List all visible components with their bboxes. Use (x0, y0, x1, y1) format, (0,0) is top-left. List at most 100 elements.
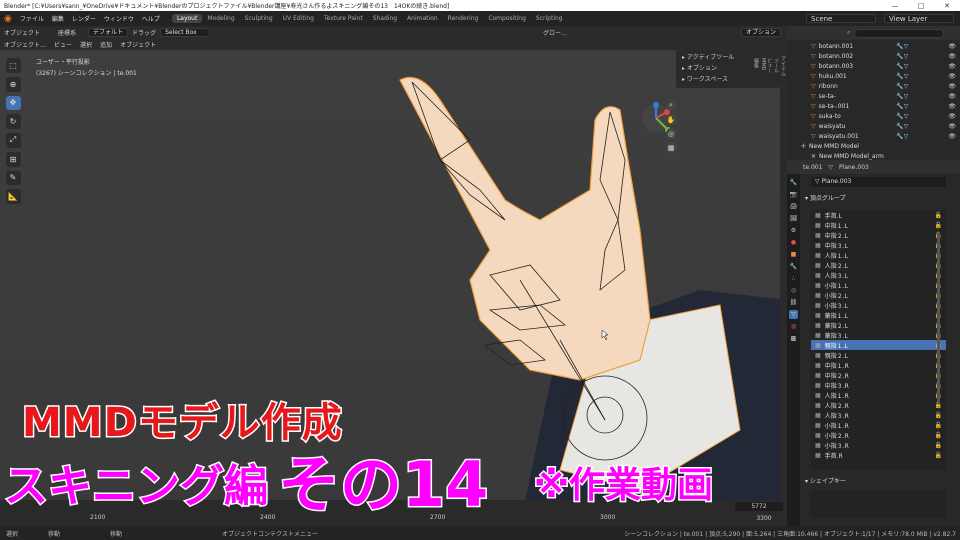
move-tool-icon[interactable]: ✥ (5, 95, 21, 111)
tool-tab-icon[interactable]: 🔧 (789, 178, 798, 187)
outliner-item[interactable]: ▽ botann.002 🔧▽ 👁 (811, 51, 960, 61)
eye-icon[interactable]: 👁 (948, 43, 960, 50)
outliner-item[interactable]: ▽ ribonn 🔧▽ 👁 (811, 81, 960, 91)
options-dropdown[interactable]: オプション (740, 27, 781, 37)
eye-icon[interactable]: 👁 (948, 113, 960, 120)
tab-texture-paint[interactable]: Texture Paint (319, 14, 368, 23)
vertex-group-row[interactable]: ▦人指１.R🔓 (811, 390, 946, 400)
menu-select[interactable]: 選択 (76, 40, 96, 49)
particles-tab-icon[interactable]: ∴ (789, 274, 798, 283)
eye-icon[interactable]: 👁 (948, 63, 960, 70)
tab-layout[interactable]: Layout (171, 14, 203, 23)
data-tab-icon[interactable]: ▽ (789, 310, 798, 319)
menu-object-mode[interactable]: オブジェクト… (0, 40, 50, 49)
lock-icon[interactable]: 🔓 (935, 402, 946, 409)
vertex-group-row[interactable]: ▦中指３.L🔓 (811, 240, 946, 250)
vertex-groups-header[interactable]: ▾ 頂点グループ (805, 193, 846, 202)
vertex-group-row[interactable]: ▦中指２.L🔓 (811, 230, 946, 240)
pivot-default[interactable]: デフォルト (88, 27, 129, 37)
physics-tab-icon[interactable]: ◎ (789, 286, 798, 295)
tab-sculpting[interactable]: Sculpting (240, 14, 278, 23)
vertex-group-row[interactable]: ▦ 人指３.R 🔓 (811, 410, 946, 420)
vertex-group-row[interactable]: ▦人指３.L🔓 (811, 270, 946, 280)
lock-icon[interactable]: 🔓 (935, 432, 946, 439)
eye-icon[interactable]: 👁 (948, 93, 960, 100)
mesh-name-field[interactable]: ▽ Plane.003 (811, 177, 946, 187)
timeline[interactable]: 5772 3300 2100 2400 2700 3000 (0, 500, 787, 526)
close-button[interactable]: ✕ (934, 2, 960, 10)
output-tab-icon[interactable]: 🖨 (789, 202, 798, 211)
outliner-item[interactable]: ▽ waisyatu 🔧▽ 👁 (811, 121, 960, 131)
vertex-groups-scrollbar[interactable] (937, 232, 940, 402)
outliner-search-input[interactable] (854, 28, 945, 38)
vertex-group-row[interactable]: ▦人指２.L🔓 (811, 260, 946, 270)
select-box-dropdown[interactable]: Select Box (160, 27, 211, 37)
vertex-groups-list[interactable]: ▦手首.L🔓▦中指１.L🔓▦中指２.L🔓▦中指３.L🔓▦人指１.L🔓▦人指２.L… (811, 210, 946, 470)
tab-modeling[interactable]: Modeling (202, 14, 239, 23)
vertex-group-row[interactable]: ▦薬指３.L🔓 (811, 330, 946, 340)
eye-icon[interactable]: 👁 (948, 73, 960, 80)
outliner-item[interactable]: ▽ suka-to 🔧▽ 👁 (811, 111, 960, 121)
render-tab-icon[interactable]: 📷 (789, 190, 798, 199)
vertex-group-row[interactable]: ▦ 中指１.L 🔓 (811, 220, 946, 230)
menu-help[interactable]: ヘルプ (138, 14, 164, 23)
eye-icon[interactable]: 👁 (948, 53, 960, 60)
end-frame-field[interactable]: 5772 (735, 502, 783, 511)
eye-icon[interactable]: 👁 (948, 123, 960, 130)
lock-icon[interactable]: 🔓 (935, 412, 946, 419)
camera-icon[interactable]: ◎ (665, 128, 677, 139)
vertex-group-row[interactable]: ▦中指３.R🔓 (811, 380, 946, 390)
tab-item[interactable]: アイテム (780, 56, 787, 526)
global-orientation[interactable]: グロー… (539, 28, 571, 37)
outliner-item[interactable]: ▽ botann.003 🔧▽ 👁 (811, 61, 960, 71)
menu-window[interactable]: ウィンドウ (100, 14, 138, 23)
modifier-tab-icon[interactable]: 🔧 (789, 262, 798, 271)
transform-tool-icon[interactable]: ⊞ (5, 151, 21, 167)
vertex-group-row[interactable]: ▦親指１.L🔓 (811, 340, 946, 350)
eye-icon[interactable]: 👁 (948, 103, 960, 110)
vertex-group-row[interactable]: ▦ 人指２.R 🔓 (811, 400, 946, 410)
vertex-group-row[interactable]: ▦ 手首.R 🔓 (811, 450, 946, 460)
tab-animation[interactable]: Animation (402, 14, 443, 23)
lock-icon[interactable]: 🔓 (935, 442, 946, 449)
scene-tab-icon[interactable]: ⚙ (789, 226, 798, 235)
transform-orientation[interactable]: 座標系 (54, 28, 80, 37)
outliner-item[interactable]: ▽ se-ta-.001 🔧▽ 👁 (811, 101, 960, 111)
drag-option[interactable]: ドラッグ (128, 28, 160, 37)
constraints-tab-icon[interactable]: ⛓ (789, 298, 798, 307)
vertex-group-row[interactable]: ▦小指２.L🔓 (811, 290, 946, 300)
outliner-item[interactable]: ▽ se-ta- 🔧▽ 👁 (811, 91, 960, 101)
pan-hand-icon[interactable]: ✋ (665, 114, 677, 125)
measure-tool-icon[interactable]: 📐 (5, 189, 21, 204)
lock-icon[interactable]: 🔓 (935, 452, 946, 459)
object-tab-icon[interactable]: ■ (789, 250, 798, 259)
eye-icon[interactable]: 👁 (948, 83, 960, 90)
vertex-group-row[interactable]: ▦親指２.L🔓 (811, 350, 946, 360)
vertex-group-row[interactable]: ▦薬指１.L🔓 (811, 310, 946, 320)
lock-icon[interactable]: 🔓 (935, 422, 946, 429)
tab-shading[interactable]: Shading (368, 14, 402, 23)
shape-keys-header[interactable]: ▾ シェイプキー (805, 476, 846, 485)
outliner-item[interactable]: ▽ botann.001 🔧▽ 👁 (811, 41, 960, 51)
vertex-group-row[interactable]: ▦中指２.R🔓 (811, 370, 946, 380)
tab-uv-editing[interactable]: UV Editing (278, 14, 319, 23)
vertex-group-row[interactable]: ▦小指１.L🔓 (811, 280, 946, 290)
outliner-item[interactable]: ▽ waisyatu.001 🔧▽ 👁 (811, 131, 960, 141)
tab-view[interactable]: ビュー (766, 58, 773, 526)
scale-tool-icon[interactable]: ⤢ (5, 133, 21, 148)
blender-logo-icon[interactable]: ◉ (0, 14, 16, 24)
tab-scripting[interactable]: Scripting (531, 14, 568, 23)
world-tab-icon[interactable]: ● (789, 238, 798, 247)
menu-object[interactable]: オブジェクト (116, 40, 160, 49)
cursor-tool-icon[interactable]: ⊕ (5, 76, 21, 92)
eye-icon[interactable]: 👁 (948, 133, 960, 140)
tab-tool[interactable]: ツール (773, 58, 780, 526)
texture-tab-icon[interactable]: ▩ (789, 334, 798, 343)
lock-icon[interactable]: 🔓 (935, 222, 946, 229)
tab-mmd[interactable]: MMD (760, 58, 766, 526)
annotate-tool-icon[interactable]: ✎ (5, 170, 21, 186)
menu-view[interactable]: ビュー (50, 40, 76, 49)
grid-icon[interactable]: ▦ (665, 142, 677, 153)
vertex-group-row[interactable]: ▦中指１.R🔓 (811, 360, 946, 370)
vertex-group-row[interactable]: ▦人指１.L🔓 (811, 250, 946, 260)
